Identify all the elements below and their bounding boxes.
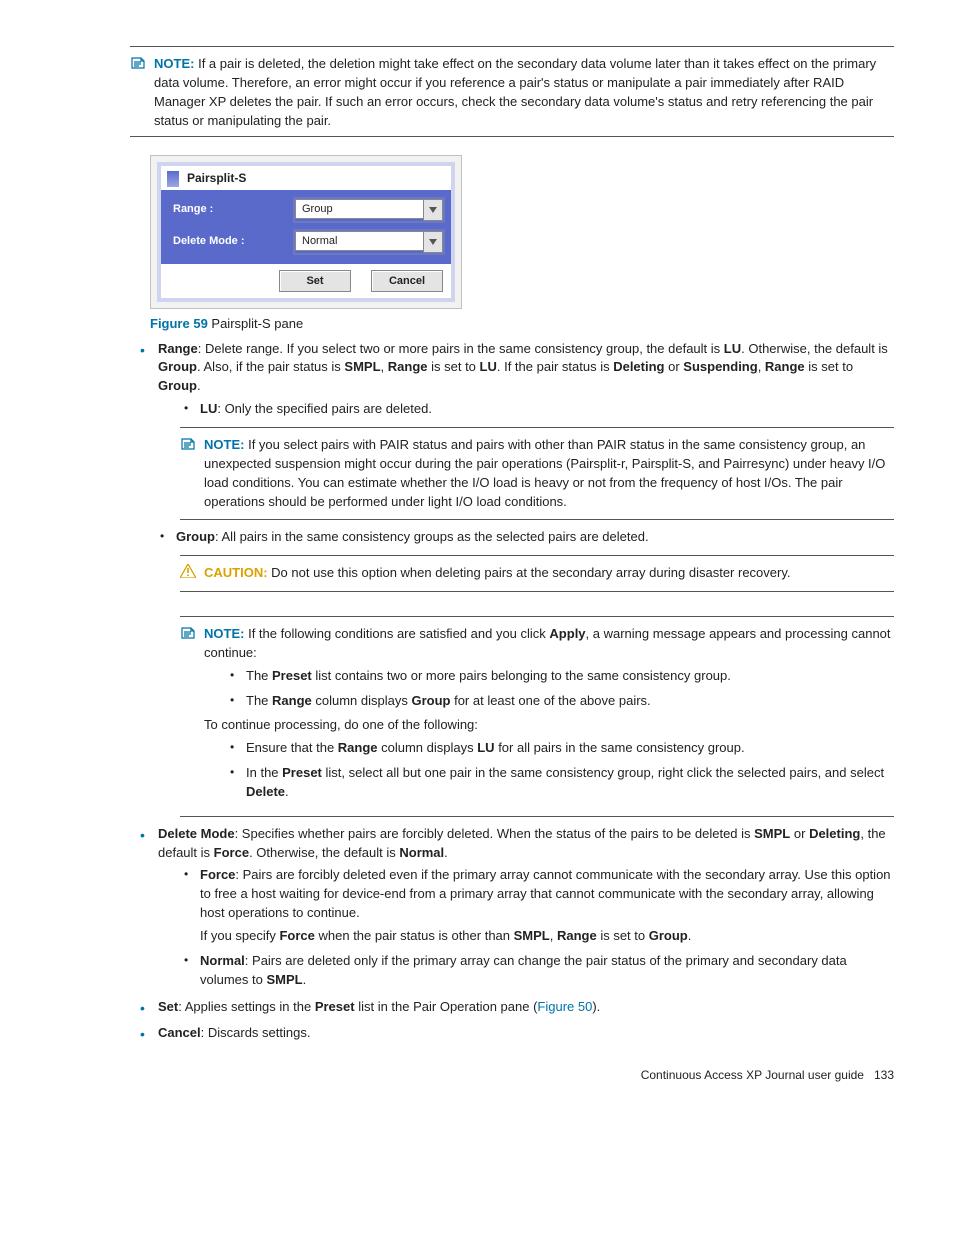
chevron-down-icon[interactable] (423, 231, 443, 253)
continue-text: To continue processing, do one of the fo… (204, 716, 894, 735)
note-label: NOTE: (204, 626, 244, 641)
note-text: If you select pairs with PAIR status and… (204, 437, 885, 509)
pairsplit-pane: Pairsplit-S Range : Group Delete Mode : … (150, 155, 462, 308)
note-icon (180, 625, 196, 641)
delete-mode-label: Delete Mode : (167, 234, 293, 250)
range-value: Group (295, 199, 423, 219)
note-icon (130, 55, 146, 71)
page-footer: Continuous Access XP Journal user guide … (60, 1067, 894, 1084)
pane-title: Pairsplit-S (187, 170, 246, 187)
range-label: Range : (167, 202, 293, 218)
caution-label: CAUTION: (204, 565, 268, 580)
caution-icon (180, 564, 196, 578)
figure-link[interactable]: Figure 50 (537, 999, 592, 1014)
group-subitem: Group: All pairs in the same consistency… (154, 528, 894, 547)
caution-block: CAUTION: Do not use this option when del… (180, 564, 894, 583)
note-label: NOTE: (204, 437, 244, 452)
list-item: The Range column displays Group for at l… (224, 692, 894, 711)
note-block: NOTE: If the following conditions are sa… (180, 625, 894, 808)
note-block: NOTE: If you select pairs with PAIR stat… (180, 436, 894, 511)
figure-caption: Figure 59 Pairsplit-S pane (150, 315, 894, 334)
note-icon (180, 436, 196, 452)
delete-mode-item: Delete Mode: Specifies whether pairs are… (130, 825, 894, 990)
set-button[interactable]: Set (279, 270, 351, 292)
note-label: NOTE: (154, 56, 194, 71)
list-item: Ensure that the Range column displays LU… (224, 739, 894, 758)
delete-mode-dropdown[interactable]: Normal (293, 229, 445, 255)
list-item: The Preset list contains two or more pai… (224, 667, 894, 686)
set-item: Set: Applies settings in the Preset list… (130, 998, 894, 1017)
note-block: NOTE: If a pair is deleted, the deletion… (130, 55, 894, 130)
normal-subitem: Normal: Pairs are deleted only if the pr… (178, 952, 894, 990)
range-item: Range: Delete range. If you select two o… (130, 340, 894, 419)
chevron-down-icon[interactable] (423, 199, 443, 221)
note-text: If a pair is deleted, the deletion might… (154, 56, 876, 128)
force-subitem: Force: Pairs are forcibly deleted even i… (178, 866, 894, 945)
range-dropdown[interactable]: Group (293, 197, 445, 223)
cancel-button[interactable]: Cancel (371, 270, 443, 292)
lu-subitem: LU: Only the specified pairs are deleted… (178, 400, 894, 419)
pane-accent-icon (167, 171, 179, 187)
list-item: In the Preset list, select all but one p… (224, 764, 894, 802)
caution-text: Do not use this option when deleting pai… (271, 565, 790, 580)
delete-mode-value: Normal (295, 231, 423, 251)
cancel-item: Cancel: Discards settings. (130, 1024, 894, 1043)
